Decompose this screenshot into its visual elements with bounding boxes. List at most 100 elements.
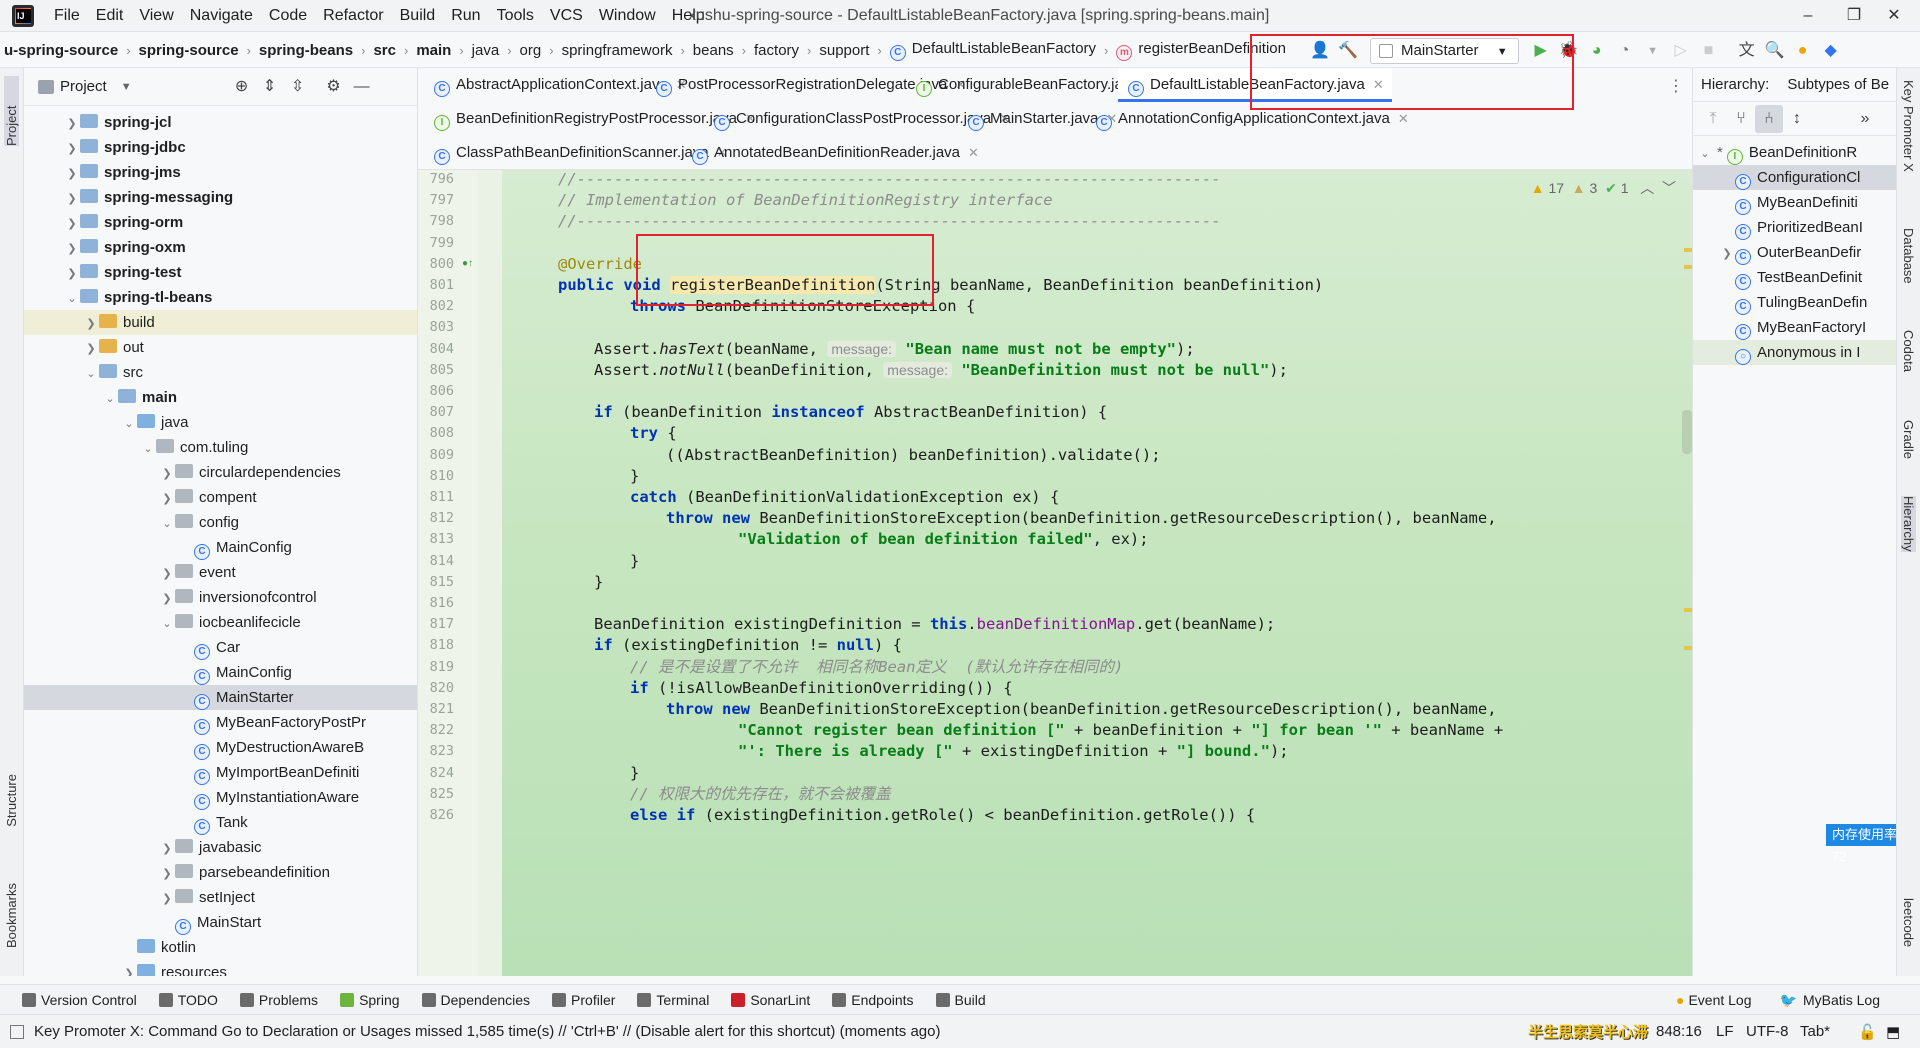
expand-all-icon[interactable]: ⇕ <box>256 73 284 101</box>
hierarchy-tree-item[interactable]: C ConfigurationCl <box>1693 165 1896 190</box>
tool-window-endpoints[interactable]: Endpoints <box>832 992 914 1008</box>
tool-window-version-control[interactable]: Version Control <box>22 992 137 1008</box>
chevron-down-icon[interactable]: ⌄ <box>64 287 80 312</box>
override-gutter-icon[interactable]: ●↑ <box>462 258 473 269</box>
chevron-right-icon[interactable]: ❯ <box>64 162 80 187</box>
database-tool-button[interactable]: Database <box>1901 228 1916 284</box>
project-tree-item[interactable]: ⌄ com.tuling <box>24 435 417 460</box>
project-tree-item[interactable]: ❯ resources <box>24 960 417 976</box>
hide-panel-icon[interactable]: — <box>348 73 376 101</box>
project-tree-item[interactable]: ⌄ java <box>24 410 417 435</box>
breadcrumb-item[interactable]: C DefaultListableBeanFactory <box>886 40 1100 61</box>
project-tree-item[interactable]: ❯ event <box>24 560 417 585</box>
supertypes-icon[interactable]: ⤒ <box>1699 105 1727 133</box>
chevron-right-icon[interactable]: ❯ <box>64 187 80 212</box>
project-tree-item[interactable]: C Tank <box>24 810 417 835</box>
tool-window-todo[interactable]: TODO <box>158 992 218 1008</box>
indent-setting[interactable]: Tab* <box>1800 1023 1830 1040</box>
close-window-button[interactable]: ✕ <box>1866 0 1920 32</box>
project-tree-item[interactable]: ❯ circulardependencies <box>24 460 417 485</box>
menu-build[interactable]: Build <box>392 0 444 32</box>
project-tree-item[interactable]: C MyDestructionAwareB <box>24 735 417 760</box>
tool-window-terminal[interactable]: Terminal <box>637 992 709 1008</box>
chevron-down-icon[interactable]: ⌄ <box>1697 142 1713 167</box>
hierarchy-tree-item[interactable]: C MyBeanDefiniti <box>1693 190 1896 215</box>
collapse-all-icon[interactable]: ⇳ <box>284 73 312 101</box>
tool-window-sonarlint[interactable]: SonarLint <box>731 992 810 1008</box>
project-tree-item[interactable]: ❯ spring-oxm <box>24 235 417 260</box>
key-promoter-tool-button[interactable]: Key Promoter X <box>1901 80 1916 172</box>
chevron-right-icon[interactable]: ❯ <box>159 562 175 587</box>
menu-code[interactable]: Code <box>261 0 315 32</box>
project-tree-item[interactable]: ❯ spring-messaging <box>24 185 417 210</box>
chevron-right-icon[interactable]: ❯ <box>159 862 175 887</box>
plugin-icon[interactable]: ◆ <box>1817 37 1845 65</box>
project-tree-item[interactable]: ❯ compent <box>24 485 417 510</box>
line-separator[interactable]: LF <box>1716 1023 1734 1040</box>
project-tree-item[interactable]: ❯ setInject <box>24 885 417 910</box>
chevron-right-icon[interactable]: ❯ <box>159 887 175 912</box>
project-tree-item[interactable]: C MainConfig <box>24 535 417 560</box>
type-hierarchy-icon[interactable]: ⑂ <box>1727 105 1755 133</box>
breadcrumb-item[interactable]: org <box>516 42 546 59</box>
event-log-button[interactable]: Event Log <box>1688 992 1751 1008</box>
project-view-label[interactable]: Project <box>60 78 107 95</box>
search-icon[interactable]: 🔍 <box>1761 37 1789 65</box>
chevron-right-icon[interactable]: ❯ <box>83 312 99 337</box>
project-tree-item[interactable]: C MainStart <box>24 910 417 935</box>
notifications-icon[interactable]: ⬒ <box>1886 1023 1900 1041</box>
chevron-right-icon[interactable]: ❯ <box>64 137 80 162</box>
chevron-right-icon[interactable]: ❯ <box>1719 242 1735 267</box>
chevron-right-icon[interactable]: ❯ <box>83 337 99 362</box>
project-tree-item[interactable]: C MyInstantiationAware <box>24 785 417 810</box>
breadcrumb-item[interactable]: springframework <box>558 42 677 59</box>
project-tree-item[interactable]: ❯ spring-jdbc <box>24 135 417 160</box>
leetcode-tool-button[interactable]: leetcode <box>1901 898 1916 947</box>
subtypes-icon[interactable]: ⑃ <box>1755 104 1783 133</box>
update-icon[interactable]: ● <box>1789 37 1817 65</box>
hierarchy-tree-item[interactable]: ❯ C OuterBeanDefir <box>1693 240 1896 265</box>
codota-tool-button[interactable]: Codota <box>1901 330 1916 372</box>
close-tab-icon[interactable]: ✕ <box>1398 111 1409 126</box>
chevron-right-icon[interactable]: ❯ <box>159 587 175 612</box>
project-tree-item[interactable]: ❯ spring-jcl <box>24 110 417 135</box>
breadcrumb-item[interactable]: factory <box>750 42 803 59</box>
tool-window-dependencies[interactable]: Dependencies <box>421 992 530 1008</box>
close-tab-icon[interactable]: ✕ <box>968 145 979 160</box>
hierarchy-tree-item[interactable]: ⌄ * I BeanDefinitionR <box>1693 140 1896 165</box>
chevron-down-icon[interactable]: ⌄ <box>159 512 175 537</box>
chevron-down-icon[interactable]: ⌄ <box>140 437 156 462</box>
previous-highlight-icon[interactable]: ︿ <box>1640 180 1654 196</box>
breadcrumb-item[interactable]: java <box>468 42 504 59</box>
project-tree-item[interactable]: ⌄ spring-tl-beans <box>24 285 417 310</box>
structure-tool-button[interactable]: Structure <box>4 774 19 827</box>
hierarchy-mode-tab[interactable]: Subtypes of Be <box>1787 76 1889 93</box>
chevron-right-icon[interactable]: ❯ <box>64 212 80 237</box>
menu-run[interactable]: Run <box>443 0 488 32</box>
project-tree-item[interactable]: C Car <box>24 635 417 660</box>
profile-icon[interactable]: ◔ <box>1611 37 1639 65</box>
chevron-down-icon[interactable]: ⌄ <box>83 362 99 387</box>
attach-icon[interactable]: ▷ <box>1667 37 1695 65</box>
chevron-down-icon[interactable]: ⌄ <box>121 412 137 437</box>
bookmarks-tool-button[interactable]: Bookmarks <box>4 883 19 948</box>
tool-window-profiler[interactable]: Profiler <box>552 992 615 1008</box>
hierarchy-tool-button[interactable]: Hierarchy <box>1901 496 1916 552</box>
menu-vcs[interactable]: VCS <box>542 0 591 32</box>
breadcrumb-item[interactable]: beans <box>689 42 738 59</box>
breadcrumb-item[interactable]: spring-source <box>135 42 243 59</box>
code-editor[interactable]: 796//-----------------------------------… <box>418 170 1692 976</box>
breadcrumb-item[interactable]: src <box>369 42 400 59</box>
editor-scrollbar[interactable] <box>1682 170 1692 976</box>
menu-tools[interactable]: Tools <box>489 0 542 32</box>
project-tree-item[interactable]: ⌄ config <box>24 510 417 535</box>
breadcrumb-item[interactable]: support <box>815 42 873 59</box>
project-tree-item[interactable]: C MainConfig <box>24 660 417 685</box>
sort-icon[interactable]: ↕ <box>1783 105 1811 133</box>
scroll-thumb[interactable] <box>1682 410 1692 454</box>
project-tree-item[interactable]: ⌄ src <box>24 360 417 385</box>
locate-icon[interactable]: ⊕ <box>228 73 256 101</box>
breadcrumb-item[interactable]: u-spring-source <box>0 42 122 59</box>
menu-refactor[interactable]: Refactor <box>315 0 391 32</box>
stop-icon[interactable]: ■ <box>1695 37 1723 65</box>
